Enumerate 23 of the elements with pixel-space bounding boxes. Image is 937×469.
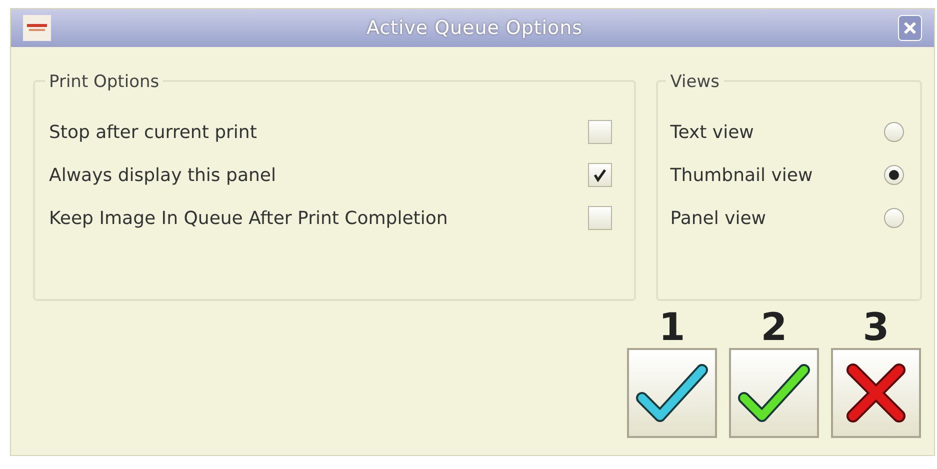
- checkbox[interactable]: [588, 206, 612, 230]
- checkbox[interactable]: [588, 120, 612, 144]
- confirm-button[interactable]: [729, 348, 819, 438]
- button-number: 3: [862, 308, 890, 348]
- button-number: 1: [658, 308, 686, 348]
- checkbox[interactable]: [588, 163, 612, 187]
- radio-button[interactable]: [884, 122, 904, 142]
- radio-button[interactable]: [884, 165, 904, 185]
- radio-button[interactable]: [884, 208, 904, 228]
- view-label: Thumbnail view: [670, 164, 813, 188]
- button-number: 2: [760, 308, 788, 348]
- app-icon: [23, 15, 51, 41]
- confirm-button[interactable]: [627, 348, 717, 438]
- close-icon: [903, 21, 917, 35]
- option-label: Always display this panel: [49, 164, 276, 188]
- view-label: Panel view: [670, 206, 766, 230]
- option-label: Stop after current print: [49, 120, 257, 144]
- option-label: Keep Image In Queue After Print Completion: [49, 206, 448, 230]
- check-icon: [593, 168, 608, 182]
- cancel-button[interactable]: [831, 348, 921, 438]
- view-label: Text view: [670, 120, 754, 144]
- window-title: Active Queue Options: [365, 16, 584, 41]
- close-button[interactable]: [898, 15, 922, 41]
